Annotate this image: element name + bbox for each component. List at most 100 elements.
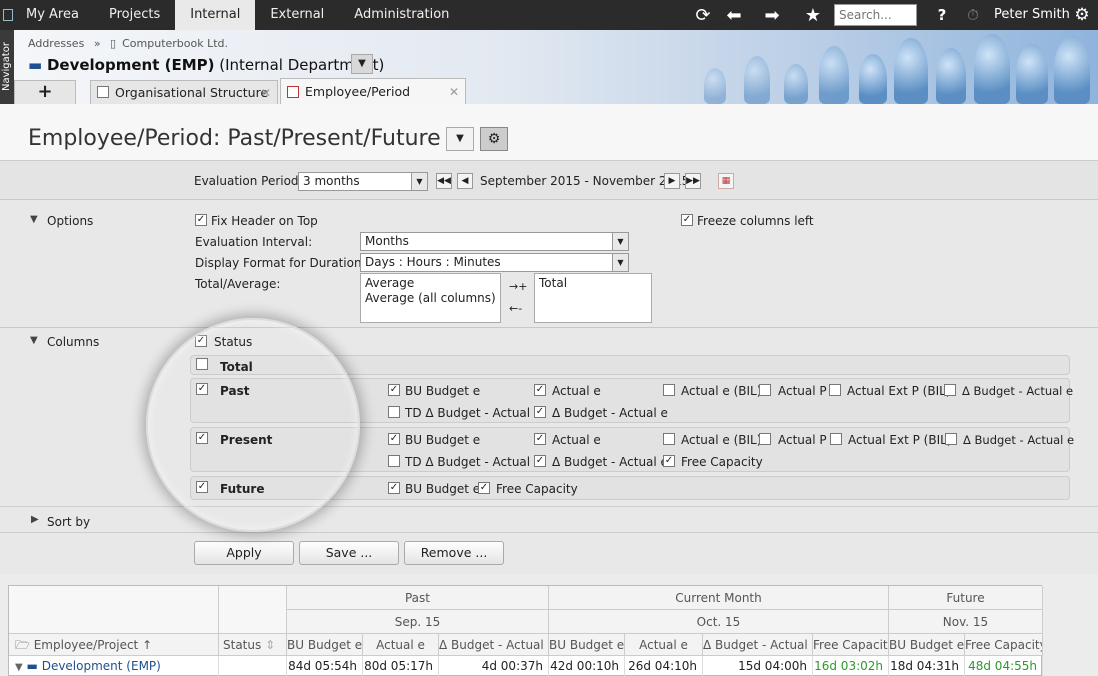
sort-toggle-icon[interactable]: ⇕ — [265, 638, 275, 652]
navigator-panel-toggle[interactable]: Navigator — [0, 30, 14, 104]
navigator-toggle-icon[interactable] — [3, 9, 13, 21]
move-right-button[interactable]: →+ — [509, 280, 527, 293]
remove-button[interactable]: Remove ... — [404, 541, 504, 565]
past-actual-p-checkbox[interactable] — [759, 384, 771, 396]
evaluation-interval-select[interactable]: Months ▼ — [360, 232, 629, 251]
list-item[interactable]: Average (all columns) — [365, 291, 496, 306]
evaluation-period-select[interactable]: 3 months ▼ — [298, 172, 428, 191]
table-corner — [219, 586, 287, 634]
freeze-columns-checkbox[interactable]: ✓ — [681, 214, 693, 226]
past-actual-ext-checkbox[interactable] — [829, 384, 841, 396]
past-actual-checkbox[interactable]: ✓ — [534, 384, 546, 396]
refresh-icon[interactable]: ⟳ — [687, 0, 719, 30]
back-arrow-icon[interactable]: ⬅ — [718, 0, 750, 30]
columns-heading[interactable]: Columns — [47, 335, 99, 349]
list-item[interactable]: Total — [539, 276, 647, 291]
future-free-capacity-checkbox[interactable]: ✓ — [478, 482, 490, 494]
close-tab-icon[interactable]: ✕ — [261, 81, 271, 105]
present-group-checkbox[interactable]: ✓ — [196, 432, 208, 444]
nav-administration[interactable]: Administration — [339, 0, 464, 30]
table-cell: 15d 04:00h — [703, 656, 813, 676]
close-tab-icon[interactable]: ✕ — [449, 79, 459, 105]
selected-aggregates-list[interactable]: Total — [534, 273, 652, 323]
column-label: Status — [223, 638, 262, 652]
column-header[interactable]: Δ Budget - Actual e — [703, 634, 813, 656]
present-actual-p-checkbox[interactable] — [759, 433, 771, 445]
column-header[interactable]: Actual e — [625, 634, 703, 656]
calendar-icon[interactable]: ▦ — [718, 173, 734, 189]
present-actual-bil-checkbox[interactable] — [663, 433, 675, 445]
view-settings-gear-icon[interactable]: ⚙ — [480, 127, 508, 151]
apply-button[interactable]: Apply — [194, 541, 294, 565]
nav-external[interactable]: External — [255, 0, 339, 30]
present-delta-checkbox[interactable] — [945, 433, 957, 445]
column-header[interactable]: Free Capacity — [965, 634, 1043, 656]
nav-internal[interactable]: Internal — [175, 0, 256, 30]
collapse-triangle-icon[interactable]: ▼ — [15, 662, 23, 673]
nav-my-area[interactable]: My Area — [0, 0, 94, 30]
table-row-name[interactable]: ▼ ▬ Development (EMP) — [9, 656, 219, 676]
settings-gear-icon[interactable]: ⚙ — [1066, 0, 1098, 30]
column-header[interactable]: BU Budget e — [549, 634, 625, 656]
search-input[interactable] — [834, 4, 917, 26]
future-bu-budget-checkbox[interactable]: ✓ — [388, 482, 400, 494]
sort-by-heading[interactable]: Sort by — [47, 515, 90, 529]
total-group-checkbox[interactable] — [196, 358, 208, 370]
column-header-employee-project[interactable]: 🗁 Employee/Project ↑ — [9, 634, 219, 656]
column-header-status[interactable]: Status ⇕ — [219, 634, 287, 656]
duration-format-value: Days : Hours : Minutes — [365, 255, 501, 269]
help-icon[interactable]: ? — [926, 0, 958, 30]
future-group-checkbox[interactable]: ✓ — [196, 481, 208, 493]
present-actual-ext-checkbox[interactable] — [830, 433, 842, 445]
month-header-sep: Sep. 15 — [287, 610, 549, 634]
column-header[interactable]: BU Budget e — [287, 634, 363, 656]
total-group-label: Total — [220, 360, 253, 374]
past-td-delta-checkbox[interactable] — [388, 406, 400, 418]
present-free-capacity-checkbox[interactable]: ✓ — [663, 455, 675, 467]
expand-triangle-icon[interactable]: ▼ — [30, 214, 38, 225]
favorites-star-icon[interactable]: ★ — [797, 0, 829, 30]
present-bu-budget-checkbox[interactable]: ✓ — [388, 433, 400, 445]
status-column-checkbox[interactable]: ✓ — [195, 335, 207, 347]
first-period-icon[interactable]: ◀◀ — [436, 173, 452, 189]
sort-ascending-icon[interactable]: ↑ — [142, 638, 152, 652]
breadcrumb-addresses[interactable]: Addresses — [28, 37, 84, 50]
column-header[interactable]: Free Capacity — [813, 634, 889, 656]
column-header[interactable]: Δ Budget - Actual e — [439, 634, 549, 656]
next-period-icon[interactable]: ▶ — [664, 173, 680, 189]
column-header[interactable]: Actual e — [363, 634, 439, 656]
column-header[interactable]: BU Budget e — [889, 634, 965, 656]
list-item[interactable]: Average — [365, 276, 496, 291]
nav-projects[interactable]: Projects — [94, 0, 175, 30]
timer-icon[interactable]: ⏱ — [957, 0, 989, 30]
add-tab-button[interactable]: + — [14, 80, 76, 104]
previous-period-icon[interactable]: ◀ — [457, 173, 473, 189]
past-bu-budget-checkbox[interactable]: ✓ — [388, 384, 400, 396]
present-td-delta-checkbox[interactable] — [388, 455, 400, 467]
save-button[interactable]: Save ... — [299, 541, 399, 565]
view-dropdown-button[interactable]: ▼ — [446, 127, 474, 151]
move-left-button[interactable]: ←- — [509, 302, 522, 315]
present-actual-checkbox[interactable]: ✓ — [534, 433, 546, 445]
tab-label: Organisational Structure — [115, 85, 269, 100]
past-delta2-checkbox[interactable]: ✓ — [534, 406, 546, 418]
fix-header-checkbox[interactable]: ✓ — [195, 214, 207, 226]
duration-format-select[interactable]: Days : Hours : Minutes ▼ — [360, 253, 629, 272]
tab-employee-period[interactable]: Employee/Period ✕ — [280, 78, 466, 104]
past-group-checkbox[interactable]: ✓ — [196, 383, 208, 395]
present-delta2-checkbox[interactable]: ✓ — [534, 455, 546, 467]
entity-menu-dropdown[interactable]: ▼ — [351, 54, 373, 74]
past-actual-bil-checkbox[interactable] — [663, 384, 675, 396]
last-period-icon[interactable]: ▶▶ — [685, 173, 701, 189]
collapsed-triangle-icon[interactable]: ▶ — [31, 514, 39, 525]
available-aggregates-list[interactable]: Average Average (all columns) — [360, 273, 501, 323]
user-name[interactable]: Peter Smith — [994, 0, 1070, 30]
past-delta-checkbox[interactable] — [944, 384, 956, 396]
options-heading[interactable]: Options — [47, 214, 93, 228]
expand-triangle-icon[interactable]: ▼ — [30, 335, 38, 346]
tab-organisational-structure[interactable]: Organisational Structure ✕ — [90, 80, 278, 104]
row-label[interactable]: Development (EMP) — [42, 659, 161, 673]
forward-arrow-icon[interactable]: ➡ — [756, 0, 788, 30]
breadcrumb-company[interactable]: Computerbook Ltd. — [122, 37, 228, 50]
present-delta-label: Δ Budget - Actual e — [963, 433, 1075, 447]
